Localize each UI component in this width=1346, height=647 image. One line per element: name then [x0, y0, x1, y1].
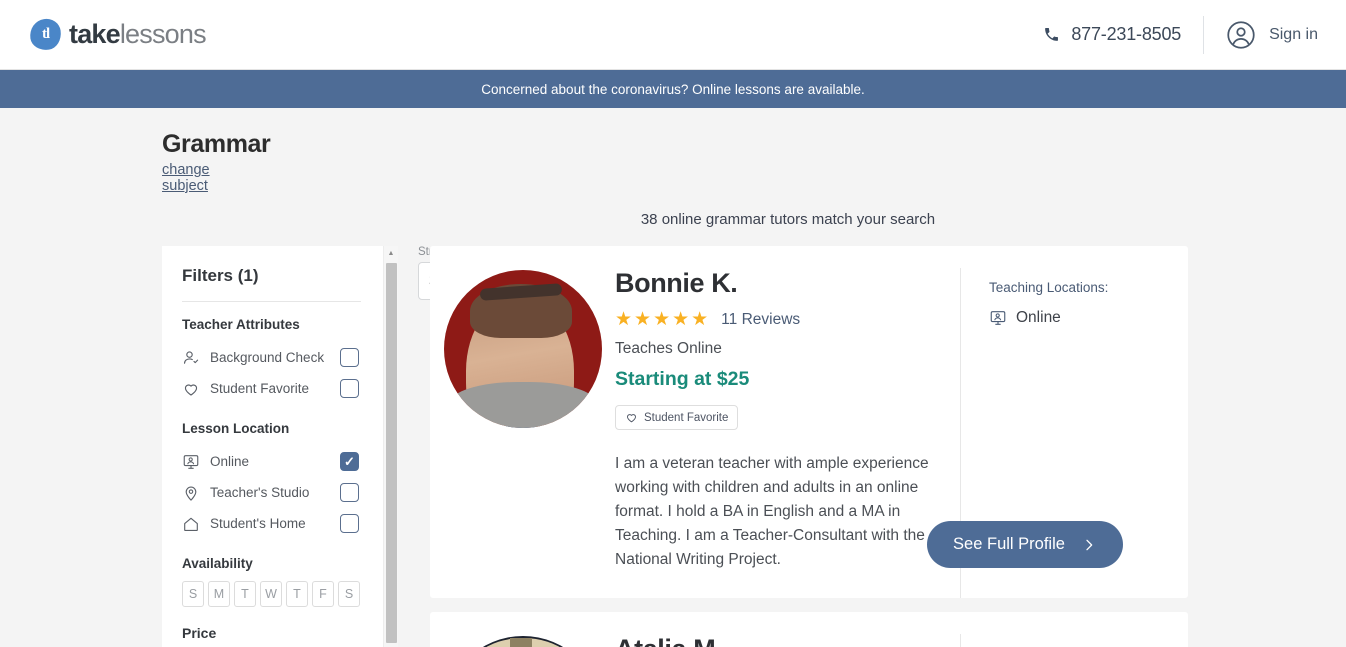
day-toggle-thu[interactable]: T: [286, 581, 308, 607]
header-divider: [1203, 15, 1205, 54]
user-check-icon: [182, 349, 204, 367]
tutor-avatar[interactable]: [443, 270, 602, 428]
filter-checkbox-teachers-studio[interactable]: [340, 483, 359, 502]
site-header: tl takelessons 877-231-8505 Sign in: [0, 0, 1346, 70]
logo[interactable]: tl takelessons: [27, 16, 207, 53]
filter-label: Teacher's Studio: [210, 485, 310, 500]
see-full-profile-label: See Full Profile: [953, 535, 1065, 553]
change-subject-link[interactable]: change subject: [162, 162, 255, 194]
tutor-price: Starting at $25: [615, 368, 750, 390]
scrollbar-up-arrow[interactable]: ▲: [384, 246, 398, 261]
logo-light: lessons: [119, 19, 207, 49]
tutor-teaches: Teaches Online: [615, 340, 722, 357]
subject-block: Grammar change subject: [0, 130, 271, 201]
filters-title: Filters (1): [182, 266, 259, 285]
covid-banner: Concerned about the coronavirus? Online …: [0, 70, 1346, 108]
see-full-profile-button[interactable]: See Full Profile: [927, 521, 1123, 568]
filter-group-title-availability: Availability: [182, 556, 253, 571]
map-pin-icon: [182, 484, 204, 502]
phone-icon: [1045, 28, 1059, 41]
tutor-locations: Teaching Locations: Online See Full Prof…: [927, 268, 1188, 598]
day-toggle-tue[interactable]: T: [234, 581, 256, 607]
day-toggle-fri[interactable]: F: [312, 581, 334, 607]
filter-group-title-price: Price: [182, 625, 217, 641]
filter-student-favorite[interactable]: Student Favorite: [182, 373, 361, 404]
filter-group-title-teacher-attributes: Teacher Attributes: [182, 317, 300, 332]
tutor-avatar[interactable]: [443, 636, 602, 647]
filter-checkbox-online[interactable]: [340, 452, 359, 471]
filter-label: Background Check: [210, 350, 325, 365]
filter-label: Student Favorite: [210, 381, 310, 396]
day-toggle-wed[interactable]: W: [260, 581, 282, 607]
filter-teachers-studio[interactable]: Teacher's Studio: [182, 477, 361, 508]
page-title: Grammar: [162, 130, 271, 158]
tutor-name[interactable]: Bonnie K.: [615, 268, 940, 299]
star-rating-icon: ★★★★★: [615, 309, 711, 330]
tutor-info: Bonnie K. ★★★★★ 11 Reviews Teaches Onlin…: [615, 268, 960, 598]
filter-students-home[interactable]: Student's Home: [182, 508, 361, 539]
logo-mark-icon: tl: [27, 16, 64, 53]
scrollbar-thumb[interactable]: [386, 263, 397, 643]
avatar-shirt: [505, 404, 536, 428]
content-area: Filters (1) Teacher Attributes Backgroun…: [0, 228, 1346, 647]
sign-in-button[interactable]: Sign in: [1226, 20, 1318, 50]
filters-divider: [182, 301, 361, 302]
logo-bold: take: [69, 19, 121, 49]
teaching-location-label: Online: [1016, 309, 1061, 326]
filter-online[interactable]: Online: [182, 446, 361, 477]
phone-link[interactable]: 877-231-8505: [1043, 24, 1181, 45]
tutor-photo-col: [430, 268, 615, 598]
heart-icon: [182, 380, 204, 398]
tutor-card[interactable]: Atalia M. Teaching Locations: Online: [430, 612, 1188, 647]
header-right: 877-231-8505 Sign in: [1043, 15, 1318, 54]
search-bar: Grammar change subject Street address 39…: [0, 108, 1346, 312]
teaching-location-item: Online: [989, 309, 1188, 327]
filter-label: Student's Home: [210, 516, 306, 531]
tutor-info: Atalia M.: [615, 634, 960, 647]
covid-banner-text: Concerned about the coronavirus? Online …: [481, 81, 865, 97]
day-toggle-sat[interactable]: S: [338, 581, 360, 607]
logo-wordmark: takelessons: [69, 19, 207, 50]
results-summary: 38 online grammar tutors match your sear…: [640, 211, 936, 228]
filter-label: Online: [210, 454, 250, 469]
filters-scrollbar[interactable]: ▲: [383, 246, 398, 647]
online-screen-icon: [182, 453, 204, 471]
tutor-bio: I am a veteran teacher with ample experi…: [615, 455, 929, 568]
day-toggle-mon[interactable]: M: [208, 581, 230, 607]
filters-panel: Filters (1) Teacher Attributes Backgroun…: [162, 246, 398, 647]
student-favorite-badge: Student Favorite: [615, 405, 739, 430]
filter-checkbox-background-check[interactable]: [340, 348, 359, 367]
review-count-link[interactable]: 11 Reviews: [721, 311, 800, 329]
teaching-locations-title: Teaching Locations:: [989, 280, 1109, 295]
filter-checkbox-students-home[interactable]: [340, 514, 359, 533]
tutor-results-list: Bonnie K. ★★★★★ 11 Reviews Teaches Onlin…: [398, 246, 1346, 647]
tutor-rating: ★★★★★ 11 Reviews: [615, 308, 940, 331]
student-favorite-badge-label: Student Favorite: [644, 411, 729, 424]
logo-mark-text: tl: [41, 26, 50, 43]
filter-group-title-lesson-location: Lesson Location: [182, 421, 290, 436]
day-toggle-sun[interactable]: S: [182, 581, 204, 607]
tutor-name[interactable]: Atalia M.: [615, 634, 940, 647]
home-icon: [182, 515, 204, 533]
tutor-photo-col: [430, 634, 615, 647]
user-circle-icon: [1227, 20, 1255, 49]
filter-background-check[interactable]: Background Check: [182, 342, 361, 373]
chevron-right-icon: [1086, 539, 1093, 550]
phone-number: 877-231-8505: [1071, 24, 1182, 44]
availability-days: S M T W T F S: [182, 581, 361, 607]
avatar-hair-part: [509, 638, 532, 647]
tutor-locations: Teaching Locations: Online: [960, 634, 1188, 647]
filter-checkbox-student-favorite[interactable]: [340, 379, 359, 398]
sign-in-label: Sign in: [1269, 25, 1318, 43]
heart-icon: [627, 414, 636, 423]
tutor-card[interactable]: Bonnie K. ★★★★★ 11 Reviews Teaches Onlin…: [430, 246, 1188, 598]
online-screen-icon: [990, 311, 1006, 325]
filters-scroll-area: Filters (1) Teacher Attributes Backgroun…: [162, 246, 381, 647]
